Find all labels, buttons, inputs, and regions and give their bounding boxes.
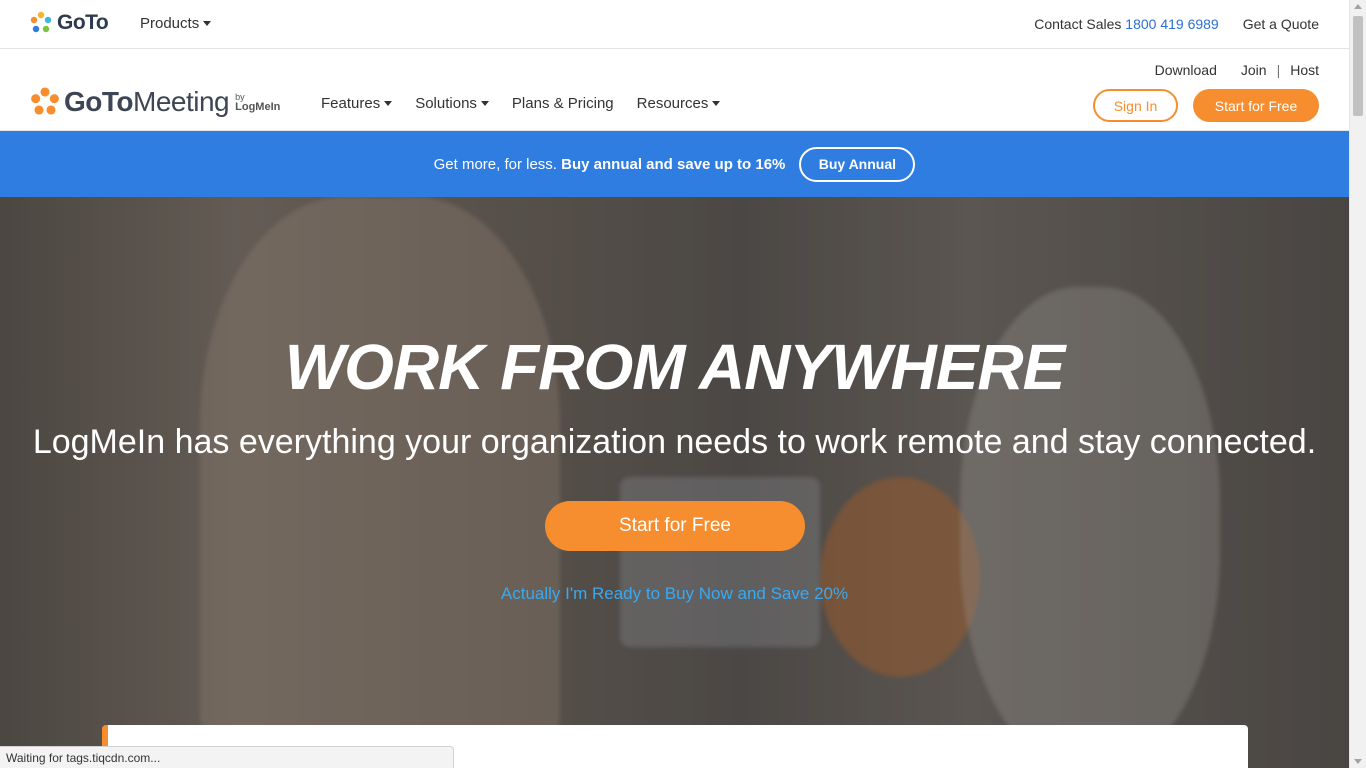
utility-links: Download Join | Host xyxy=(1155,62,1319,78)
nav-resources[interactable]: Resources xyxy=(637,95,721,112)
nav-resources-label: Resources xyxy=(636,95,709,112)
goto-flower-icon xyxy=(30,11,52,33)
host-link[interactable]: Host xyxy=(1290,62,1319,78)
start-for-free-button[interactable]: Start for Free xyxy=(1193,89,1319,122)
contact-phone-link[interactable]: 1800 419 6989 xyxy=(1125,16,1218,32)
download-link[interactable]: Download xyxy=(1155,62,1217,78)
contact-sales-label: Contact Sales xyxy=(1034,16,1122,32)
gotomeeting-flower-icon xyxy=(31,87,59,115)
promo-text: Get more, for less. Buy annual and save … xyxy=(433,155,786,173)
by-logmein: by LogMeIn xyxy=(235,92,281,113)
chevron-down-icon xyxy=(712,101,721,106)
hero-start-for-free-button[interactable]: Start for Free xyxy=(545,501,805,551)
nav-features-label: Features xyxy=(321,95,381,112)
promo-banner: Get more, for less. Buy annual and save … xyxy=(0,131,1349,197)
gotomeeting-logo-text: GoToMeeting xyxy=(64,86,230,117)
chevron-down-icon xyxy=(203,21,212,26)
chevron-down-icon xyxy=(384,101,393,106)
nav-plans-pricing-label: Plans & Pricing xyxy=(511,95,614,112)
hero-title: WORK FROM ANYWHERE xyxy=(284,331,1066,403)
global-links: Contact Sales 1800 419 6989 Get a Quote xyxy=(1034,16,1319,32)
scrollbar-thumb[interactable] xyxy=(1353,16,1363,116)
scroll-up-icon[interactable] xyxy=(1354,4,1362,9)
contact-sales[interactable]: Contact Sales 1800 419 6989 xyxy=(1034,16,1219,32)
nav-solutions[interactable]: Solutions xyxy=(415,95,489,112)
main-nav: Features Solutions Plans & Pricing Resou… xyxy=(321,95,721,112)
sign-in-button[interactable]: Sign In xyxy=(1093,89,1178,122)
hero-subtitle: LogMeIn has everything your organization… xyxy=(32,423,1317,461)
goto-logo[interactable]: GoTo xyxy=(29,11,109,35)
buy-now-link[interactable]: Actually I'm Ready to Buy Now and Save 2… xyxy=(0,584,1349,604)
scroll-down-icon[interactable] xyxy=(1354,759,1362,764)
hero-overlay xyxy=(0,197,1349,768)
page-scrollbar[interactable] xyxy=(1349,0,1366,768)
nav-features[interactable]: Features xyxy=(321,95,393,112)
nav-plans-pricing[interactable]: Plans & Pricing xyxy=(512,95,614,112)
chevron-down-icon xyxy=(480,101,489,106)
get-quote-link[interactable]: Get a Quote xyxy=(1243,16,1319,32)
global-header: GoTo Products Contact Sales 1800 419 698… xyxy=(0,0,1349,49)
products-label: Products xyxy=(140,15,200,32)
join-link[interactable]: Join xyxy=(1241,62,1267,78)
buy-annual-button[interactable]: Buy Annual xyxy=(799,146,916,182)
products-menu[interactable]: Products xyxy=(140,15,212,32)
hero-section: WORK FROM ANYWHERE LogMeIn has everythin… xyxy=(0,197,1349,768)
goto-logo-text: GoTo xyxy=(57,11,109,34)
nav-solutions-label: Solutions xyxy=(415,95,477,112)
browser-status-bar: Waiting for tags.tiqcdn.com... xyxy=(0,746,454,768)
gotomeeting-logo[interactable]: GoToMeeting by LogMeIn xyxy=(29,86,280,118)
product-header: GoToMeeting by LogMeIn Features Solutions… xyxy=(0,49,1349,131)
divider: | xyxy=(1276,62,1281,78)
